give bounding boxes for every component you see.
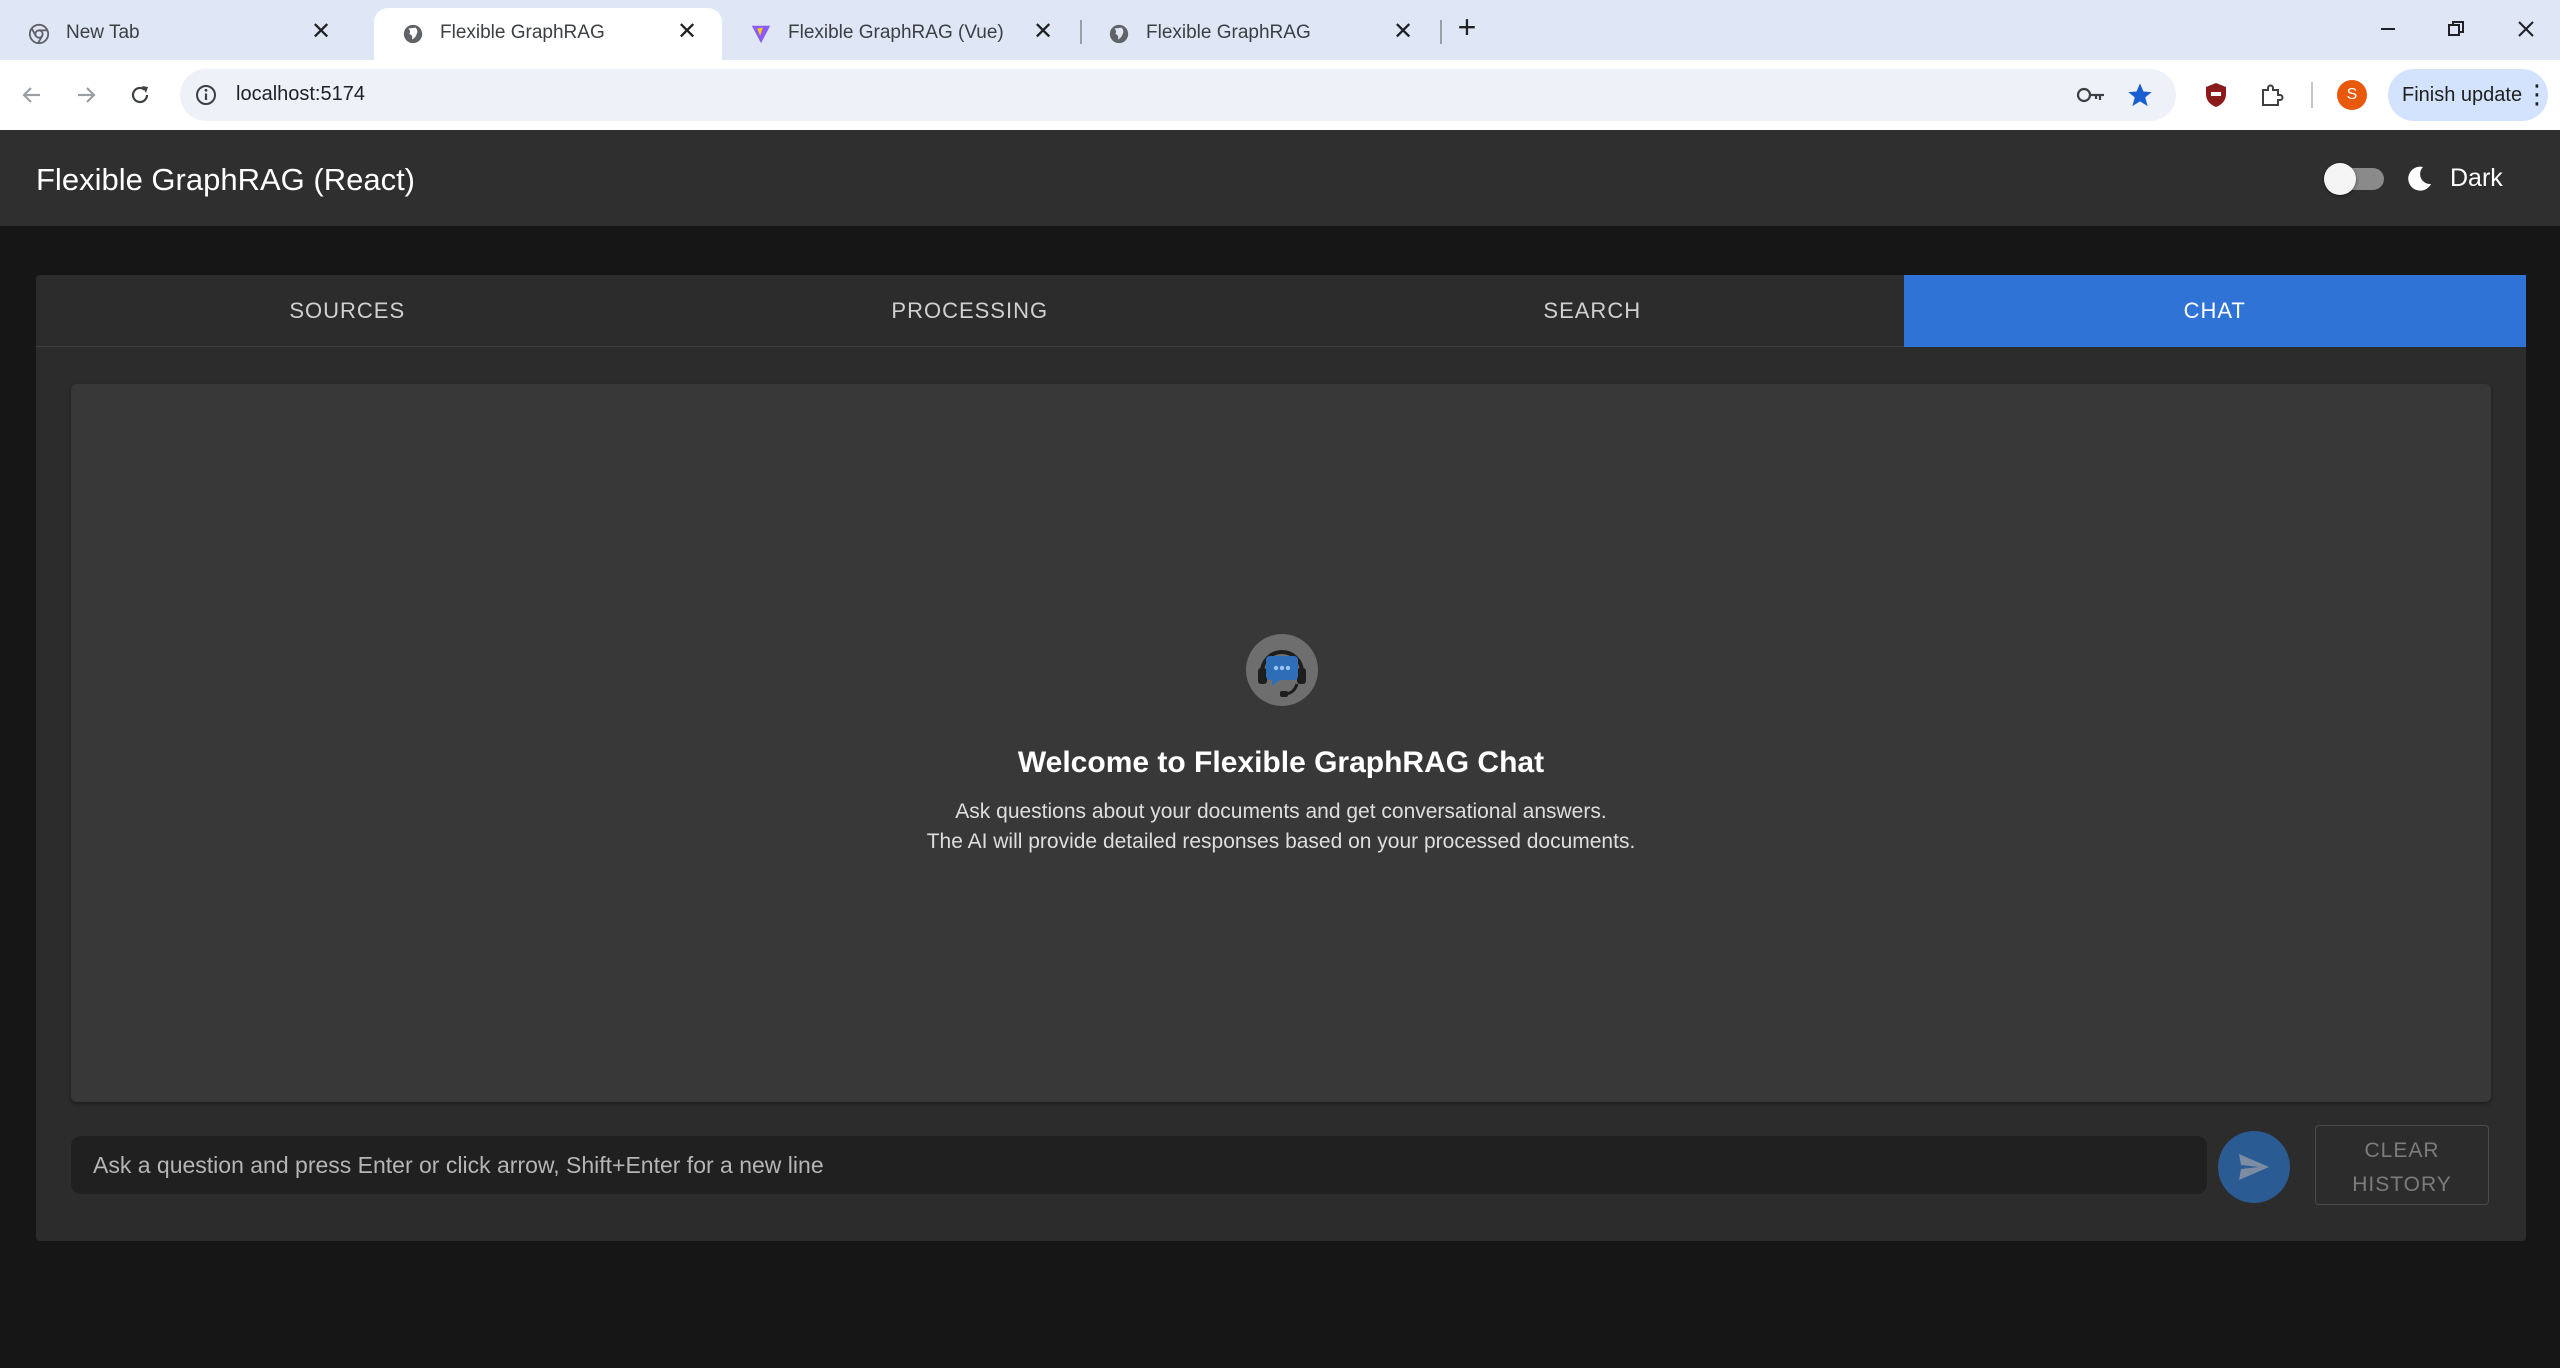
close-icon[interactable]: ✕ [1030,19,1056,45]
clear-history-button[interactable]: CLEAR HISTORY [2315,1125,2489,1205]
toolbar-separator [2311,82,2313,108]
restore-button[interactable] [2436,12,2476,46]
welcome-description-line: The AI will provide detailed responses b… [926,830,1636,853]
theme-label: Dark [2450,164,2503,192]
tab-sources[interactable]: SOURCES [36,275,659,347]
minimize-button[interactable] [2368,12,2408,46]
send-icon [2239,1154,2269,1180]
browser-tab-new-tab[interactable]: New Tab ✕ [0,8,356,60]
send-button[interactable] [2218,1131,2290,1203]
close-icon [2518,21,2534,37]
shield-icon [2206,83,2226,107]
chrome-icon [28,23,50,45]
browser-tab-strip: New Tab ✕ Flexible GraphRAG ✕ Flexible G… [0,0,2560,60]
address-bar[interactable]: localhost:5174 [180,69,2176,121]
clear-history-label: HISTORY [2352,1173,2452,1196]
browser-tab-flexible-graphrag-vue[interactable]: Flexible GraphRAG (Vue) ✕ [722,8,1078,60]
main-tabs: SOURCES PROCESSING SEARCH CHAT [36,275,2526,347]
browser-tab-title: Flexible GraphRAG (Vue) [788,22,1004,43]
tab-processing[interactable]: PROCESSING [659,275,1282,347]
support-agent-icon [1246,634,1318,706]
extensions-button[interactable] [2254,77,2290,113]
browser-tab-title: Flexible GraphRAG [440,22,605,43]
browser-tab-flexible-graphrag[interactable]: Flexible GraphRAG ✕ [374,8,722,60]
reload-icon [131,86,149,104]
browser-toolbar: localhost:5174 S Finish update ⋮ [0,60,2560,130]
profile-avatar[interactable]: S [2337,80,2367,110]
tab-search[interactable]: SEARCH [1281,275,1904,347]
back-button[interactable] [14,77,50,113]
toggle-knob [2324,163,2356,195]
new-tab-button[interactable]: + [1452,11,1482,43]
tab-chat[interactable]: CHAT [1903,275,2526,347]
arrow-left-icon [22,87,40,103]
star-icon[interactable] [2126,81,2154,109]
welcome-title: Welcome to Flexible GraphRAG Chat [1017,746,1545,779]
minimize-icon [2381,28,2395,30]
globe-icon [403,24,423,44]
chat-input-container [71,1136,2207,1194]
shield-extension-button[interactable] [2198,77,2234,113]
browser-tab-title: Flexible GraphRAG [1146,22,1311,43]
close-icon[interactable]: ✕ [1390,19,1416,45]
globe-icon [1109,24,1129,44]
reload-button[interactable] [122,77,158,113]
close-window-button[interactable] [2506,12,2546,46]
finish-update-label: Finish update [2402,84,2523,106]
main-card: SOURCES PROCESSING SEARCH CHAT Welcome t… [36,275,2526,1241]
browser-tab-flexible-graphrag-2[interactable]: Flexible GraphRAG ✕ [1080,8,1438,60]
clear-history-label: CLEAR [2364,1139,2440,1162]
puzzle-icon [2262,84,2284,106]
close-icon[interactable]: ✕ [674,19,700,45]
url-text[interactable]: localhost:5174 [236,83,365,106]
vite-icon [751,25,771,44]
more-menu-icon[interactable]: ⋮ [2524,69,2550,121]
finish-update-button[interactable]: Finish update ⋮ [2388,69,2550,121]
tab-separator [1440,20,1442,44]
app-title: Flexible GraphRAG (React) [36,162,416,197]
restore-icon [2448,21,2464,36]
forward-button[interactable] [68,77,104,113]
key-icon[interactable] [2076,84,2106,106]
welcome-description-line: Ask questions about your documents and g… [955,800,1607,823]
info-icon[interactable] [194,83,218,107]
dark-mode-toggle[interactable] [2324,163,2384,195]
arrow-right-icon [78,87,96,103]
chat-input[interactable] [71,1136,2207,1194]
close-icon[interactable]: ✕ [308,19,334,45]
app-header: Flexible GraphRAG (React) Dark [0,130,2560,226]
chat-messages-panel: Welcome to Flexible GraphRAG Chat Ask qu… [71,384,2491,1102]
browser-tab-title: New Tab [66,22,140,43]
moon-icon [2408,166,2431,191]
